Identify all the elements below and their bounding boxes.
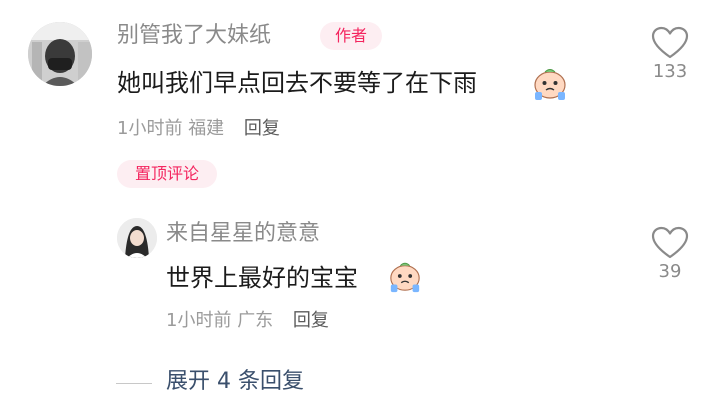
comment-location: 福建: [188, 118, 225, 139]
reply-time: 1小时前: [166, 310, 232, 331]
heart-icon: [651, 226, 689, 259]
comment-reply-button[interactable]: 回复: [244, 118, 280, 139]
author-badge: 作者: [320, 22, 382, 50]
reply-author-name[interactable]: 来自星星的意意: [166, 219, 320, 249]
reply-user-avatar-image: [117, 218, 157, 258]
comment-meta: 1小时前 福建 回复: [117, 116, 280, 142]
expand-replies-button[interactable]: 展开 4 条回复: [166, 367, 304, 397]
user-avatar-image: [28, 22, 92, 86]
expand-divider: [116, 383, 152, 384]
crying-face-sticker-icon: [534, 69, 566, 100]
comment-like-button[interactable]: 133: [640, 26, 700, 84]
reply-like-button[interactable]: 39: [640, 226, 700, 284]
reply-location: 广东: [237, 310, 274, 331]
comment-time: 1小时前: [117, 118, 183, 139]
reply-text: 世界上最好的宝宝: [166, 264, 358, 292]
pinned-comment-badge: 置顶评论: [117, 160, 217, 188]
like-count: 39: [658, 261, 682, 282]
avatar[interactable]: [28, 22, 92, 86]
heart-icon: [651, 26, 689, 59]
comment-author-name[interactable]: 别管我了大妹纸: [117, 21, 271, 51]
reply-avatar[interactable]: [117, 218, 157, 258]
comment-text: 她叫我们早点回去不要等了在下雨: [117, 69, 477, 97]
reply-meta: 1小时前 广东 回复: [166, 308, 329, 334]
like-count: 133: [652, 61, 688, 82]
reply-reply-button[interactable]: 回复: [293, 310, 329, 331]
crying-face-sticker-icon: [390, 262, 420, 293]
